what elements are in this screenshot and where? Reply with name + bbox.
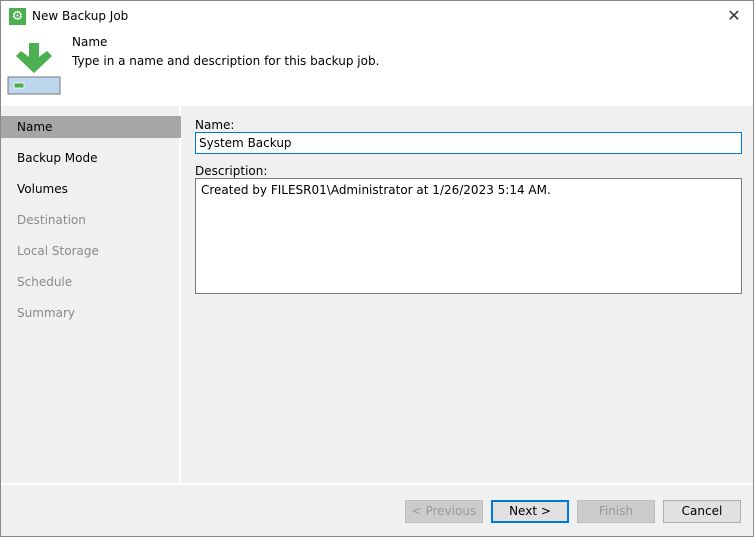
description-textarea[interactable]: Created by FILESR01\Administrator at 1/2… bbox=[195, 178, 742, 294]
wizard-body: Name Backup Mode Volumes Destination Loc… bbox=[1, 106, 753, 536]
step-volumes[interactable]: Volumes bbox=[1, 178, 181, 200]
cancel-button[interactable]: Cancel bbox=[663, 500, 741, 523]
header-title: Name bbox=[72, 35, 108, 49]
finish-button: Finish bbox=[577, 500, 655, 523]
gear-icon: ⚙ bbox=[9, 8, 26, 25]
name-label: Name: bbox=[195, 118, 235, 132]
description-label: Description: bbox=[195, 164, 268, 178]
window-title: New Backup Job bbox=[32, 9, 129, 23]
steps-sidebar: Name Backup Mode Volumes Destination Loc… bbox=[1, 106, 181, 483]
title-bar: ⚙ New Backup Job ✕ bbox=[1, 1, 753, 32]
new-backup-job-window: ⚙ New Backup Job ✕ Name Type in a name a… bbox=[0, 0, 754, 537]
previous-button: < Previous bbox=[405, 500, 483, 523]
step-backup-mode[interactable]: Backup Mode bbox=[1, 147, 181, 169]
next-button[interactable]: Next > bbox=[491, 500, 569, 523]
header-description: Type in a name and description for this … bbox=[72, 54, 380, 68]
step-destination: Destination bbox=[17, 213, 86, 227]
step-schedule: Schedule bbox=[17, 275, 73, 289]
step-local-storage: Local Storage bbox=[17, 244, 99, 258]
step-summary: Summary bbox=[17, 306, 75, 320]
footer-divider bbox=[1, 483, 753, 485]
close-button[interactable]: ✕ bbox=[723, 5, 745, 27]
step-name[interactable]: Name bbox=[1, 116, 181, 138]
backup-download-icon bbox=[7, 43, 61, 95]
name-input[interactable] bbox=[195, 132, 742, 154]
